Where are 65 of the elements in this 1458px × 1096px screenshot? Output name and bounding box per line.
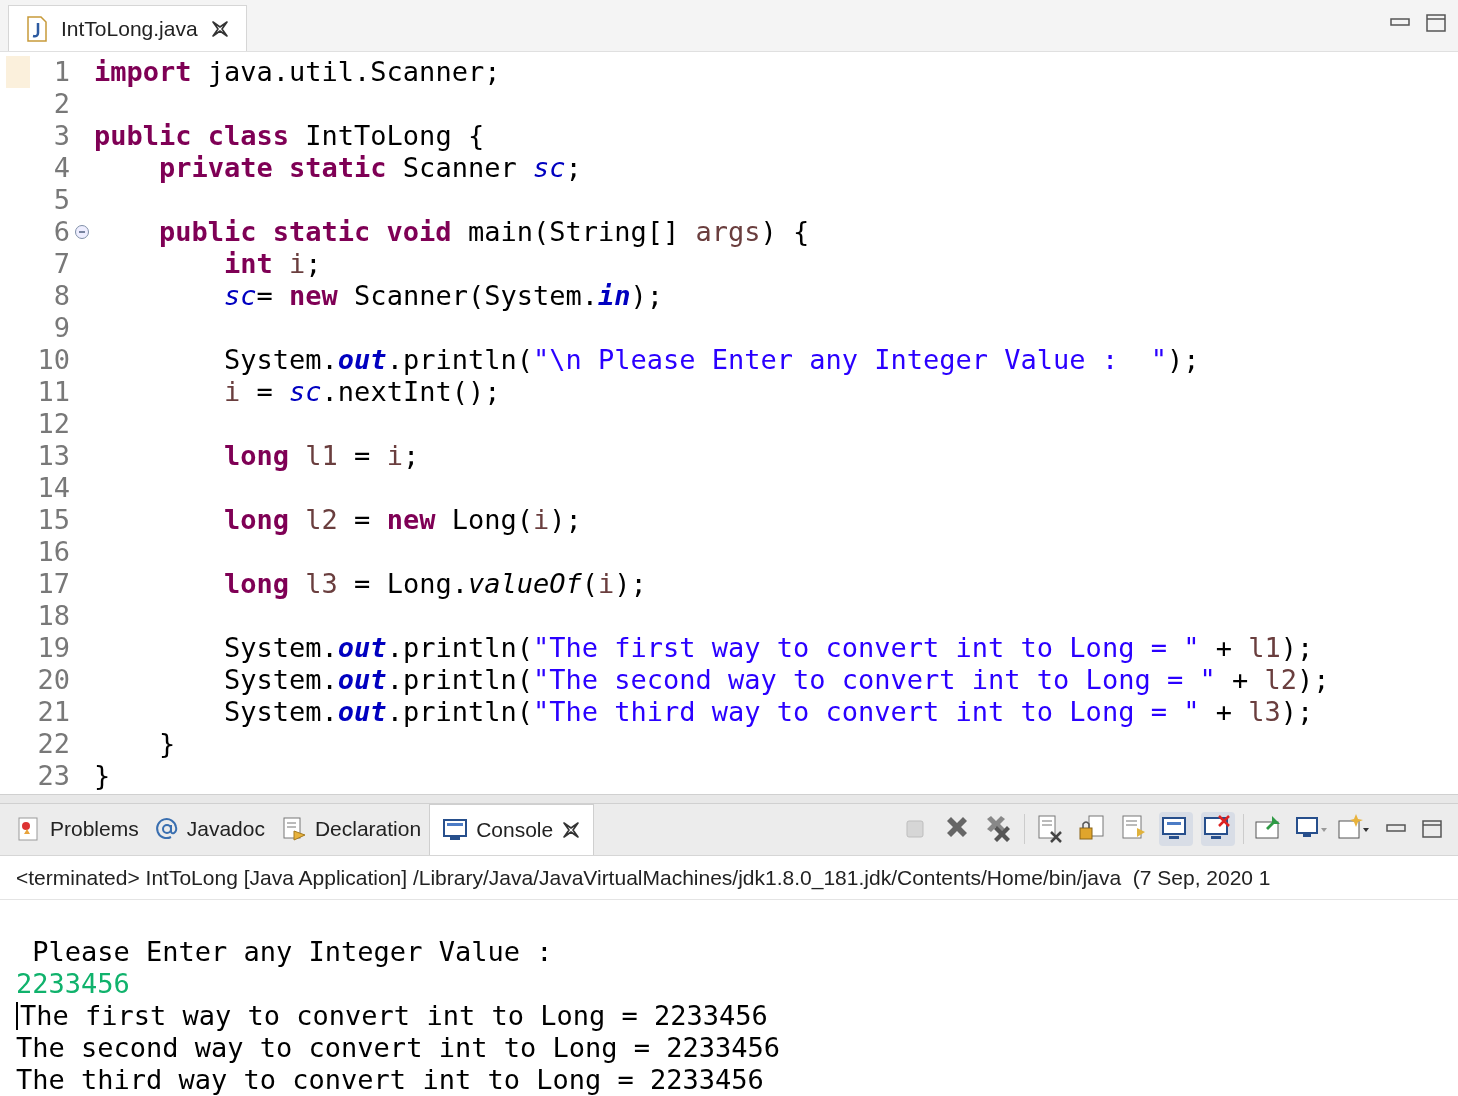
maximize-icon[interactable] (1422, 820, 1442, 838)
code-line: System.out.println("The first way to convert int to Long = " + l1); (223, 632, 1314, 664)
output-text: The second way to convert int to Long = 2233456 (16, 1031, 780, 1065)
line-number: 16 (36, 534, 70, 569)
minimize-icon[interactable] (1386, 824, 1406, 834)
line-number: 1 (52, 54, 70, 89)
code-line: private static Scanner sc; (158, 152, 582, 184)
collapse-icon[interactable] (74, 224, 90, 240)
code-line: System.out.println("\n Please Enter any Integer Value : "); (223, 344, 1200, 376)
minimize-icon[interactable] (1390, 18, 1410, 28)
line-number: 19 (36, 630, 70, 665)
code-line: System.out.println("The second way to convert int to Long = " + l2); (223, 664, 1330, 696)
code-line: System.out.println("The third way to convert int to Long = " + l3); (223, 696, 1314, 728)
line-number: 3 (52, 118, 70, 153)
line-number: 10 (36, 342, 70, 377)
console-status: <terminated> IntToLong [Java Application] /Library/Java/JavaVirtualMachines/jdk1.8.0_181.jdk/Contents/Home/bin/java (7 Sep, 2020 1 (16, 865, 1271, 889)
editor-tab[interactable]: IntToLong.java (8, 5, 247, 51)
view-tab[interactable]: Declaration (272, 803, 430, 855)
line-number: 20 (36, 662, 70, 697)
line-number: 11 (36, 374, 70, 409)
code-line: } (94, 760, 111, 792)
code-line: } (158, 728, 176, 760)
line-number: 23 (36, 758, 70, 793)
code-line: long l2 = new Long(i); (223, 504, 582, 536)
code-line: i = sc.nextInt(); (223, 376, 501, 408)
show-output-icon[interactable] (1159, 812, 1193, 846)
line-number: 17 (36, 566, 70, 601)
code-line: long l1 = i; (223, 440, 420, 472)
output-text: The first way to convert int to Long = 2233456 (20, 998, 768, 1033)
line-number: 13 (36, 438, 70, 473)
line-number: 7 (52, 246, 70, 281)
line-number: 6 (52, 214, 70, 249)
line-number: 21 (36, 694, 70, 729)
declaration-icon (280, 816, 307, 842)
line-number: 5 (52, 182, 70, 217)
input-text: 2233456 (16, 966, 130, 1001)
at-sign-icon (154, 817, 179, 841)
view-tab[interactable]: Console (429, 803, 595, 855)
console-icon (442, 817, 469, 842)
text-cursor (16, 1002, 18, 1030)
line-number: 9 (52, 310, 70, 345)
output-text: Please Enter any Integer Value : (31, 934, 553, 969)
line-number: 12 (36, 406, 70, 441)
code-line: int i; (223, 248, 322, 280)
line-number: 15 (36, 502, 70, 537)
view-tab[interactable]: Problems (8, 803, 147, 855)
tab-title: IntToLong.java (61, 15, 198, 42)
line-number: 14 (36, 470, 70, 505)
line-number: 2 (52, 86, 70, 121)
code-line: import java.util.Scanner; (94, 56, 501, 88)
code-line: public static void main(String[] args) { (158, 216, 810, 248)
view-tab[interactable]: Javadoc (146, 803, 273, 855)
output-text: The third way to convert int to Long = 2233456 (16, 1063, 764, 1096)
close-icon[interactable] (209, 18, 230, 39)
line-number: 18 (36, 598, 70, 633)
line-number: 22 (36, 726, 70, 761)
code-line: sc= new Scanner(System.in); (223, 280, 663, 312)
show-error-icon[interactable] (1201, 812, 1235, 846)
line-number: 4 (52, 150, 70, 185)
code-line: public class IntToLong { (94, 120, 485, 152)
close-icon[interactable] (561, 819, 582, 840)
java-file-icon (25, 15, 49, 42)
code-line: long l3 = Long.valueOf(i); (223, 568, 647, 600)
maximize-icon[interactable] (1426, 14, 1446, 32)
line-number: 8 (52, 278, 70, 313)
